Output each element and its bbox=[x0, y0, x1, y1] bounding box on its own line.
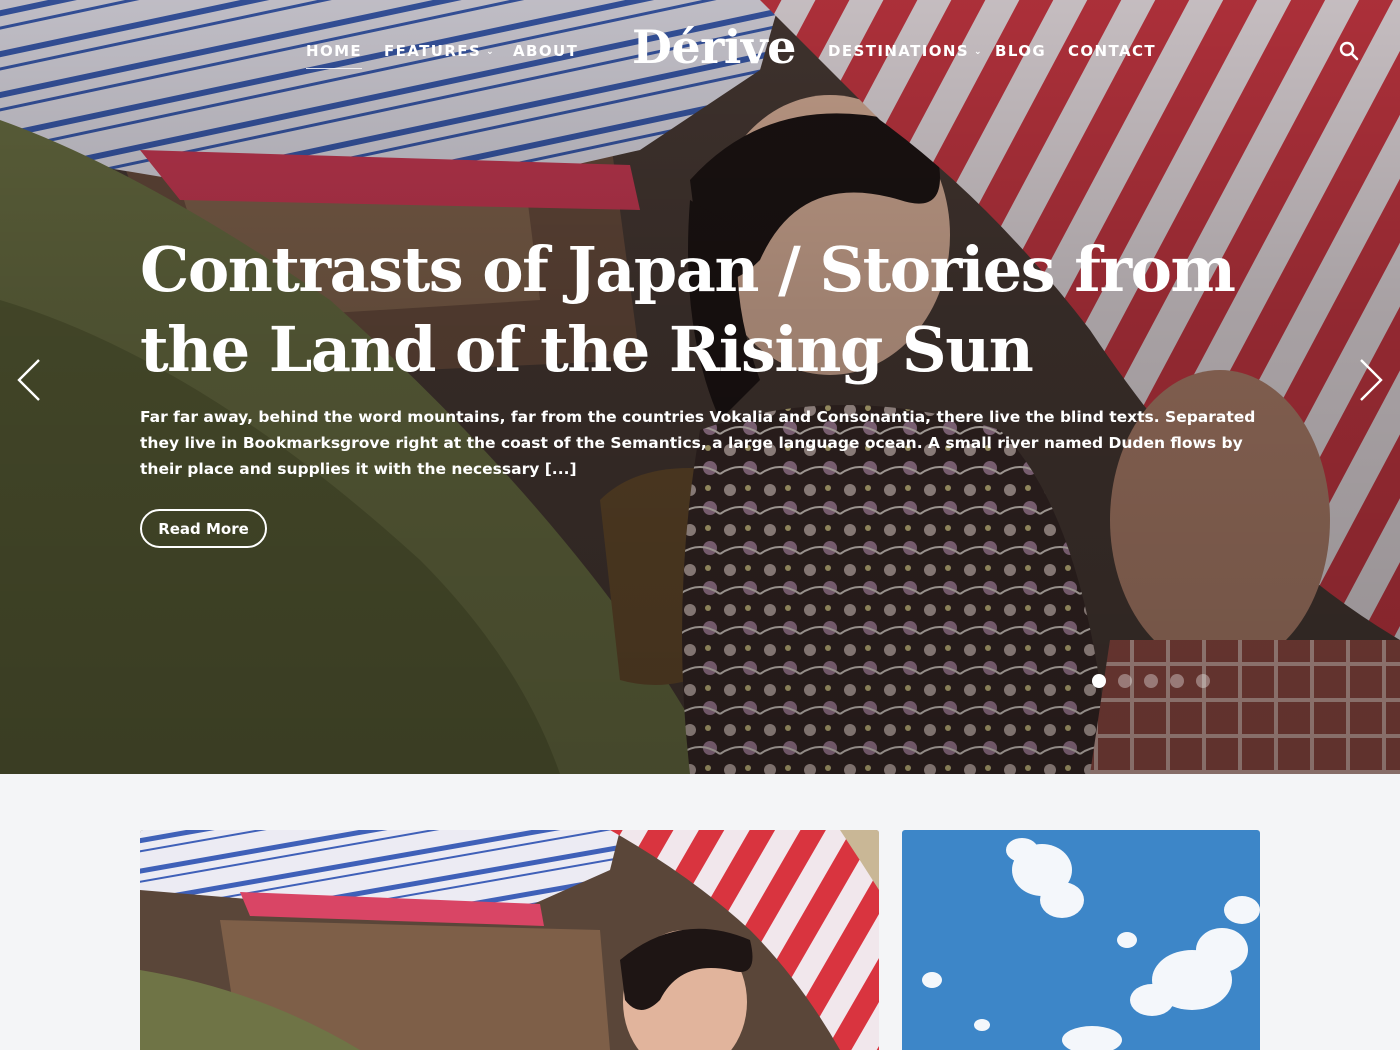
nav-item-blog-label: BLOG bbox=[995, 42, 1047, 60]
nav-item-features-label: FEATURES bbox=[384, 42, 482, 60]
read-more-button[interactable]: Read More bbox=[140, 509, 267, 548]
slider-dot-1[interactable] bbox=[1092, 674, 1106, 688]
hero-excerpt: Far far away, behind the word mountains,… bbox=[140, 408, 1256, 478]
hero-title[interactable]: Contrasts of Japan / Stories from the La… bbox=[140, 230, 1260, 390]
chevron-right-icon bbox=[1360, 359, 1383, 401]
search-icon bbox=[1339, 41, 1359, 61]
hero-slider: HOME FEATURES ⌄ ABOUT Dérive DESTINATION… bbox=[0, 0, 1400, 774]
chevron-left-icon bbox=[17, 359, 40, 401]
post-thumbnail bbox=[902, 830, 1260, 1050]
nav-item-destinations-label: DESTINATIONS bbox=[828, 42, 970, 60]
nav-item-home[interactable]: HOME bbox=[306, 42, 363, 69]
chevron-down-icon: ⌄ bbox=[486, 47, 496, 57]
slider-dot-3[interactable] bbox=[1144, 674, 1158, 688]
nav-item-about[interactable]: ABOUT bbox=[513, 42, 578, 60]
post-card-image-umbrellas[interactable] bbox=[140, 830, 879, 1050]
nav-item-contact[interactable]: CONTACT bbox=[1068, 42, 1156, 60]
nav-item-contact-label: CONTACT bbox=[1068, 42, 1157, 60]
slider-next-button[interactable] bbox=[1355, 357, 1385, 403]
nav-item-home-label: HOME bbox=[306, 42, 363, 60]
nav-item-features[interactable]: FEATURES ⌄ bbox=[384, 42, 495, 60]
nav-item-destinations[interactable]: DESTINATIONS ⌄ bbox=[828, 42, 983, 60]
chevron-down-icon: ⌄ bbox=[974, 47, 983, 57]
slider-dot-4[interactable] bbox=[1170, 674, 1184, 688]
slider-dot-5[interactable] bbox=[1196, 674, 1210, 688]
slider-pagination bbox=[1092, 674, 1210, 688]
nav-item-blog[interactable]: BLOG bbox=[995, 42, 1046, 60]
slider-prev-button[interactable] bbox=[15, 357, 45, 403]
nav-item-about-label: ABOUT bbox=[513, 42, 579, 60]
main-navigation: HOME FEATURES ⌄ ABOUT Dérive DESTINATION… bbox=[0, 0, 1400, 100]
post-card-image-sky[interactable] bbox=[902, 830, 1260, 1050]
search-button[interactable] bbox=[1338, 40, 1360, 62]
post-thumbnail bbox=[140, 830, 879, 1050]
slider-dot-2[interactable] bbox=[1118, 674, 1132, 688]
site-logo[interactable]: Dérive bbox=[632, 20, 796, 74]
